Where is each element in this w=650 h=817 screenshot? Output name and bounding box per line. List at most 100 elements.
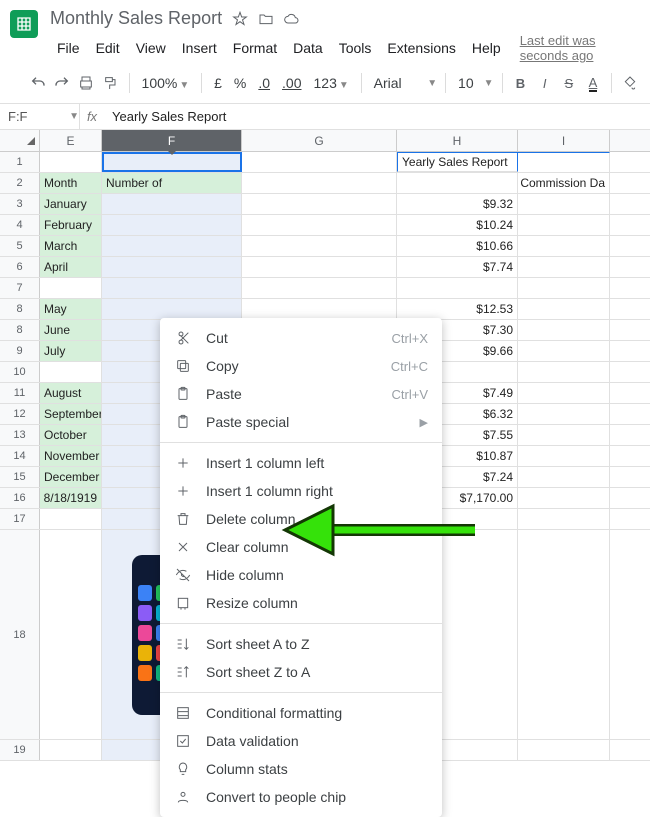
menu-edit[interactable]: Edit [89,38,127,58]
document-title[interactable]: Monthly Sales Report [50,8,222,29]
cell[interactable]: $9.32 [397,194,518,214]
number-format-select[interactable]: 123▼ [310,75,353,91]
cell[interactable] [242,152,397,172]
cell[interactable] [518,362,610,382]
increase-decimal-button[interactable]: .00 [278,75,305,91]
ctx-convert-to-people-chip[interactable]: Convert to people chip [160,783,442,811]
cell[interactable]: $7.74 [397,257,518,277]
ctx-paste-special[interactable]: Paste special▶ [160,408,442,436]
cell[interactable] [397,173,518,193]
cell[interactable]: February [40,215,102,235]
row-header[interactable]: 9 [0,341,40,361]
menu-view[interactable]: View [129,38,173,58]
cell[interactable]: $10.24 [397,215,518,235]
cell[interactable] [518,446,610,466]
cell[interactable] [242,173,397,193]
cell[interactable] [40,278,102,298]
cell[interactable] [242,236,397,256]
last-edit-link[interactable]: Last edit was seconds ago [520,33,640,63]
cell[interactable] [518,278,610,298]
cell[interactable] [518,299,610,319]
cell[interactable]: $12.53 [397,299,518,319]
cell[interactable] [518,740,610,760]
row-header[interactable]: 8 [0,320,40,340]
cell[interactable]: Month [40,173,102,193]
print-button[interactable] [76,71,96,95]
menu-data[interactable]: Data [286,38,330,58]
cell[interactable]: August [40,383,102,403]
ctx-delete-column[interactable]: Delete column [160,505,442,533]
formula-bar[interactable]: Yearly Sales Report [104,109,226,124]
ctx-insert-1-column-left[interactable]: Insert 1 column left [160,449,442,477]
star-icon[interactable] [232,11,248,27]
cell[interactable]: December [40,467,102,487]
ctx-copy[interactable]: CopyCtrl+C [160,352,442,380]
ctx-hide-column[interactable]: Hide column [160,561,442,589]
cell[interactable] [242,299,397,319]
cell[interactable] [102,236,242,256]
menu-file[interactable]: File [50,38,87,58]
cell[interactable] [397,278,518,298]
percent-button[interactable]: % [230,75,250,91]
cell[interactable]: Yearly Sales Report [397,152,518,172]
cell[interactable] [40,530,102,739]
cell[interactable] [102,215,242,235]
cell[interactable] [518,194,610,214]
bold-button[interactable]: B [510,71,530,95]
cell-selected[interactable] [102,152,242,172]
row-header[interactable]: 2 [0,173,40,193]
cell[interactable]: July [40,341,102,361]
cell[interactable] [518,425,610,445]
cell[interactable] [40,740,102,760]
font-select[interactable]: Arial [370,75,422,91]
row-header[interactable]: 5 [0,236,40,256]
cell[interactable]: April [40,257,102,277]
font-size-select[interactable]: 10 [454,75,478,91]
row-header[interactable]: 12 [0,404,40,424]
ctx-conditional-formatting[interactable]: Conditional formatting [160,699,442,727]
cell[interactable] [102,194,242,214]
paint-format-button[interactable] [101,71,121,95]
cell[interactable] [242,278,397,298]
cell[interactable]: October [40,425,102,445]
cell[interactable] [518,236,610,256]
menu-format[interactable]: Format [226,38,284,58]
ctx-paste[interactable]: PasteCtrl+V [160,380,442,408]
row-header[interactable]: 17 [0,509,40,529]
column-header-i[interactable]: I [518,130,610,151]
row-header[interactable]: 8 [0,299,40,319]
cell[interactable] [518,404,610,424]
redo-button[interactable] [52,71,72,95]
cell[interactable]: 8/18/1919 [40,488,102,508]
sheets-logo[interactable] [10,10,38,38]
ctx-clear-column[interactable]: Clear column [160,533,442,561]
name-box[interactable]: F:F▼ [0,104,80,129]
ctx-resize-column[interactable]: Resize column [160,589,442,617]
cell[interactable] [518,530,610,739]
cell[interactable] [242,215,397,235]
cell[interactable] [102,299,242,319]
cell[interactable] [518,152,610,172]
move-folder-icon[interactable] [258,11,274,27]
undo-button[interactable] [28,71,48,95]
cell[interactable] [518,341,610,361]
cell[interactable]: Number of [102,173,242,193]
italic-button[interactable]: I [535,71,555,95]
strikethrough-button[interactable]: S [559,71,579,95]
row-header[interactable]: 4 [0,215,40,235]
cell[interactable]: June [40,320,102,340]
ctx-sort-sheet-a-to-z[interactable]: Sort sheet A to Z [160,630,442,658]
cell[interactable] [518,467,610,487]
column-header-f[interactable]: F [102,130,242,151]
column-header-e[interactable]: E [40,130,102,151]
menu-help[interactable]: Help [465,38,508,58]
row-header[interactable]: 10 [0,362,40,382]
menu-extensions[interactable]: Extensions [380,38,462,58]
row-header[interactable]: 19 [0,740,40,760]
cell[interactable] [518,215,610,235]
row-header[interactable]: 6 [0,257,40,277]
cell[interactable]: November [40,446,102,466]
menu-insert[interactable]: Insert [175,38,224,58]
row-header[interactable]: 13 [0,425,40,445]
ctx-sort-sheet-z-to-a[interactable]: Sort sheet Z to A [160,658,442,686]
